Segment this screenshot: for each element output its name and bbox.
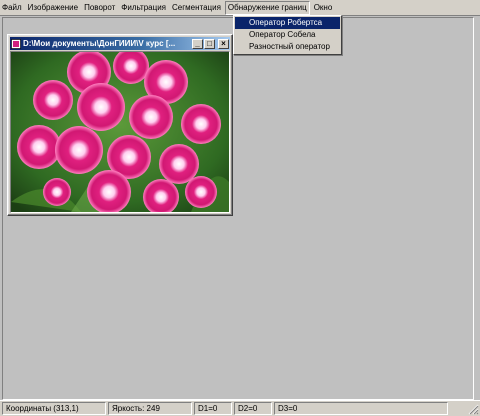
flower-photo-icon xyxy=(11,52,229,212)
child-title-bar[interactable]: D:\Мои документы\ДонГИИИ\V курс [... _ □… xyxy=(10,37,230,50)
app-icon xyxy=(11,38,21,49)
resize-grip-icon[interactable] xyxy=(467,403,479,415)
menu-image[interactable]: Изображение xyxy=(26,1,80,15)
edge-detection-dropdown: Оператор Робертса Оператор Собела Разнос… xyxy=(233,15,342,55)
close-button[interactable]: × xyxy=(218,38,229,49)
status-d1: D1=0 xyxy=(194,402,232,415)
menu-file[interactable]: Файл xyxy=(0,1,24,15)
maximize-button[interactable]: □ xyxy=(204,38,215,49)
status-d2: D2=0 xyxy=(234,402,272,415)
application-window: Файл Изображение Поворот Фильтрация Сегм… xyxy=(0,0,480,416)
status-brightness: Яркость: 249 xyxy=(108,402,192,415)
minimize-button[interactable]: _ xyxy=(192,38,203,49)
image-child-window[interactable]: D:\Мои документы\ДонГИИИ\V курс [... _ □… xyxy=(7,34,233,216)
status-coordinates: Координаты (313,1) xyxy=(2,402,106,415)
menu-bar: Файл Изображение Поворот Фильтрация Сегм… xyxy=(0,0,480,16)
mdi-workspace: D:\Мои документы\ДонГИИИ\V курс [... _ □… xyxy=(2,17,474,400)
menu-item-sobel-operator[interactable]: Оператор Собела xyxy=(235,29,340,41)
menu-edge-detection[interactable]: Обнаружение границ xyxy=(224,0,310,15)
menu-window[interactable]: Окно xyxy=(312,1,335,15)
child-title-text: D:\Мои документы\ДонГИИИ\V курс [... xyxy=(23,39,176,48)
menu-item-difference-operator[interactable]: Разностный оператор xyxy=(235,41,340,53)
status-d3: D3=0 xyxy=(274,402,448,415)
menu-segmentation[interactable]: Сегментация xyxy=(170,1,223,15)
status-bar: Координаты (313,1) Яркость: 249 D1=0 D2=… xyxy=(0,400,480,416)
menu-rotate[interactable]: Поворот xyxy=(82,1,117,15)
flower-image xyxy=(10,51,230,213)
menu-filtering[interactable]: Фильтрация xyxy=(119,1,168,15)
menu-item-roberts-operator[interactable]: Оператор Робертса xyxy=(235,17,340,29)
